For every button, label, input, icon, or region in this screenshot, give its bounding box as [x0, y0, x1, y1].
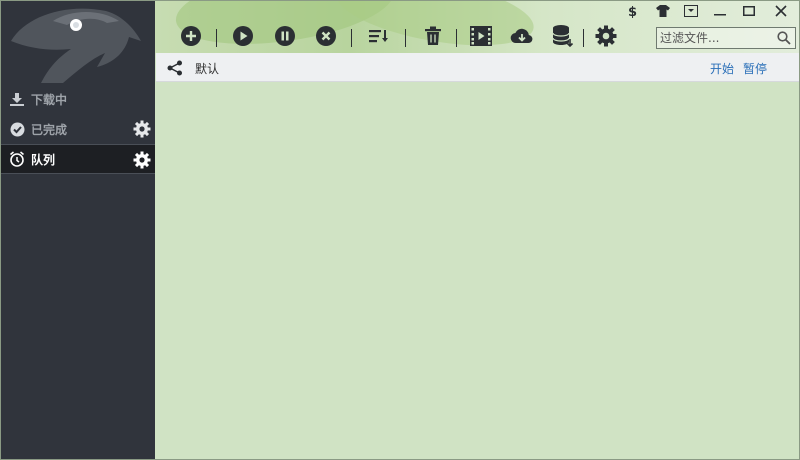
maximize-icon[interactable] — [737, 2, 761, 20]
cloud-download-button[interactable] — [508, 23, 536, 51]
toolbar-separator — [351, 29, 352, 47]
sidebar-item-label: 已完成 — [31, 122, 68, 137]
cloud-download-icon — [510, 26, 534, 49]
delete-button[interactable] — [419, 23, 447, 51]
stop-button[interactable] — [312, 23, 340, 51]
eagle-logo — [1, 1, 155, 84]
gear-icon[interactable] — [133, 151, 151, 169]
settings-button[interactable] — [592, 23, 620, 51]
menu-dropdown-icon[interactable] — [679, 2, 703, 20]
database-icon — [552, 24, 574, 51]
play-icon — [232, 25, 254, 50]
toolbar-separator — [405, 29, 406, 47]
x-circle-icon — [315, 25, 337, 50]
add-download-button[interactable] — [177, 23, 205, 51]
toolbar-separator — [456, 29, 457, 47]
sort-icon — [368, 27, 390, 48]
sidebar-item-label: 下载中 — [31, 92, 68, 107]
svg-text:$: $ — [628, 5, 637, 18]
start-link[interactable]: 开始 — [710, 60, 734, 77]
sidebar-item-queue[interactable]: 队列 — [1, 144, 155, 174]
minimize-icon[interactable] — [708, 2, 732, 20]
category-bar: 默认 开始 暂停 — [156, 53, 799, 82]
pause-button[interactable] — [271, 23, 299, 51]
sort-button[interactable] — [365, 23, 393, 51]
gear-icon[interactable] — [133, 120, 151, 138]
pause-link[interactable]: 暂停 — [743, 60, 767, 77]
plus-circle-icon — [180, 25, 202, 50]
check-circle-icon — [9, 121, 25, 137]
trash-icon — [424, 26, 442, 49]
database-button[interactable] — [549, 23, 577, 51]
start-button[interactable] — [229, 23, 257, 51]
donate-icon[interactable]: $ — [621, 2, 645, 20]
film-icon — [470, 25, 492, 49]
sidebar-item-downloading[interactable]: 下载中 — [1, 84, 155, 114]
app-window: 下载中 已完成 队列 $ 过滤文件... 默认 开始 暂停 — [0, 0, 800, 460]
download-icon — [9, 91, 25, 107]
category-label: 默认 — [195, 62, 220, 76]
search-input[interactable] — [657, 28, 775, 48]
search-icon[interactable] — [775, 29, 793, 47]
download-list-area[interactable] — [156, 82, 799, 459]
toolbar-separator — [216, 29, 217, 47]
pause-icon — [274, 25, 296, 50]
gear-icon — [595, 25, 617, 50]
share-icon — [167, 60, 183, 76]
close-icon[interactable] — [769, 2, 793, 20]
sidebar-item-completed[interactable]: 已完成 — [1, 114, 155, 144]
toolbar-separator — [583, 29, 584, 47]
sidebar: 下载中 已完成 队列 — [1, 1, 155, 459]
search-box — [656, 27, 796, 49]
video-button[interactable] — [467, 23, 495, 51]
alarm-clock-icon — [9, 151, 25, 167]
skin-icon[interactable] — [651, 2, 675, 20]
sidebar-item-label: 队列 — [31, 152, 56, 167]
